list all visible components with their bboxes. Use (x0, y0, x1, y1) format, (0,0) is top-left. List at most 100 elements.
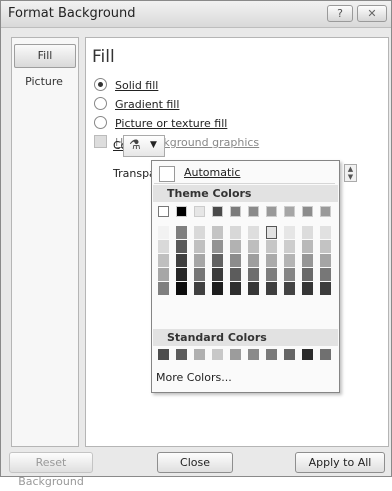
more-colors-label: More Colors... (156, 371, 232, 384)
theme-shade-swatch[interactable] (266, 268, 277, 281)
automatic-color-option[interactable]: Automatic (154, 163, 335, 184)
more-colors-option[interactable]: More Colors... (156, 371, 232, 384)
theme-color-swatch[interactable] (266, 206, 277, 217)
theme-shade-swatch[interactable] (248, 268, 259, 281)
gradient-fill-radio[interactable]: Gradient fill (94, 97, 179, 113)
theme-color-swatch[interactable] (320, 206, 331, 217)
theme-shade-swatch[interactable] (284, 226, 295, 239)
theme-shade-swatch[interactable] (248, 254, 259, 267)
spin-down-icon: ▼ (347, 173, 354, 181)
radio-unchecked-icon (94, 97, 107, 110)
transparency-spinner[interactable]: ▲ ▼ (344, 164, 357, 182)
reset-background-button[interactable]: Reset Background (9, 452, 93, 488)
standard-color-swatch[interactable] (176, 349, 187, 360)
theme-shade-swatch[interactable] (158, 268, 169, 281)
nav-item-picture[interactable]: Picture (14, 71, 74, 93)
theme-shade-swatch[interactable] (230, 268, 241, 281)
theme-shade-swatch[interactable] (248, 240, 259, 253)
theme-shade-swatch[interactable] (320, 268, 331, 281)
theme-color-swatch[interactable] (212, 206, 223, 217)
theme-shade-swatch[interactable] (212, 254, 223, 267)
close-window-button[interactable]: ✕ (357, 5, 387, 22)
theme-shade-swatch[interactable] (212, 226, 223, 239)
theme-shade-swatch[interactable] (302, 268, 313, 281)
theme-color-swatch[interactable] (158, 206, 169, 217)
standard-color-swatch[interactable] (266, 349, 277, 360)
theme-shade-swatch[interactable] (158, 254, 169, 267)
theme-shade-swatch[interactable] (176, 240, 187, 253)
theme-color-swatch[interactable] (194, 206, 205, 217)
theme-shade-swatch[interactable] (158, 282, 169, 295)
theme-shade-swatch[interactable] (320, 282, 331, 295)
theme-shade-swatch[interactable] (284, 268, 295, 281)
theme-shade-swatch[interactable] (176, 268, 187, 281)
theme-shade-swatch[interactable] (176, 254, 187, 267)
chevron-down-icon: ▼ (150, 140, 157, 150)
theme-shade-swatch[interactable] (302, 254, 313, 267)
standard-color-swatch[interactable] (284, 349, 295, 360)
radio-checked-icon (94, 78, 107, 91)
theme-shade-swatch[interactable] (266, 282, 277, 295)
theme-shade-swatch[interactable] (284, 254, 295, 267)
theme-shade-swatch[interactable] (212, 268, 223, 281)
theme-shade-swatch[interactable] (194, 282, 205, 295)
category-list: Fill Picture (11, 37, 79, 447)
theme-shade-swatch[interactable] (230, 282, 241, 295)
theme-shade-swatch[interactable] (230, 226, 241, 239)
gradient-fill-label: Gradient fill (115, 98, 180, 111)
theme-shade-swatch[interactable] (176, 282, 187, 295)
standard-color-swatch[interactable] (158, 349, 169, 360)
theme-shade-swatch[interactable] (248, 226, 259, 239)
standard-color-swatch[interactable] (230, 349, 241, 360)
theme-shade-swatch[interactable] (212, 240, 223, 253)
theme-color-swatch[interactable] (302, 206, 313, 217)
theme-color-swatch[interactable] (284, 206, 295, 217)
theme-shade-swatch[interactable] (284, 282, 295, 295)
paint-bucket-icon: ⚗ (129, 138, 141, 153)
picture-fill-radio[interactable]: Picture or texture fill (94, 116, 227, 132)
nav-item-fill[interactable]: Fill (14, 44, 76, 68)
theme-color-swatch[interactable] (176, 206, 187, 217)
color-picker-button[interactable]: ⚗ ▼ (123, 135, 165, 157)
theme-shade-swatch[interactable] (302, 226, 313, 239)
theme-shade-swatch[interactable] (158, 226, 169, 239)
theme-shade-swatch[interactable] (212, 282, 223, 295)
theme-shade-swatch[interactable] (266, 240, 277, 253)
solid-fill-radio[interactable]: Solid fill (94, 78, 158, 94)
theme-shade-swatch[interactable] (230, 254, 241, 267)
standard-color-swatch[interactable] (302, 349, 313, 360)
theme-shade-swatch[interactable] (302, 282, 313, 295)
close-button[interactable]: Close (157, 452, 233, 473)
standard-color-swatch[interactable] (320, 349, 331, 360)
theme-shade-swatch[interactable] (266, 226, 277, 239)
theme-shade-swatch[interactable] (320, 254, 331, 267)
apply-to-all-button[interactable]: Apply to All (295, 452, 385, 473)
theme-shade-swatch[interactable] (266, 254, 277, 267)
theme-shade-swatch[interactable] (284, 240, 295, 253)
standard-color-swatch[interactable] (248, 349, 259, 360)
theme-color-swatch[interactable] (248, 206, 259, 217)
title-bar: Format Background ? ✕ (1, 1, 391, 28)
dialog-title: Format Background (8, 6, 136, 21)
theme-shade-swatch[interactable] (176, 226, 187, 239)
standard-color-swatch[interactable] (212, 349, 223, 360)
spin-up-icon: ▲ (347, 165, 354, 173)
standard-color-swatch[interactable] (194, 349, 205, 360)
solid-fill-label: Solid fill (115, 79, 159, 92)
theme-shade-swatch[interactable] (230, 240, 241, 253)
radio-unchecked-icon (94, 116, 107, 129)
theme-shade-swatch[interactable] (194, 268, 205, 281)
help-button[interactable]: ? (327, 5, 353, 22)
theme-shade-swatch[interactable] (248, 282, 259, 295)
theme-shade-swatch[interactable] (158, 240, 169, 253)
theme-shade-swatch[interactable] (194, 226, 205, 239)
standard-colors-header: Standard Colors (153, 329, 338, 346)
checkbox-icon (94, 135, 107, 148)
automatic-label: Automatic (184, 166, 241, 179)
theme-shade-swatch[interactable] (302, 240, 313, 253)
theme-shade-swatch[interactable] (320, 226, 331, 239)
theme-color-swatch[interactable] (230, 206, 241, 217)
theme-shade-swatch[interactable] (194, 240, 205, 253)
theme-shade-swatch[interactable] (320, 240, 331, 253)
theme-shade-swatch[interactable] (194, 254, 205, 267)
